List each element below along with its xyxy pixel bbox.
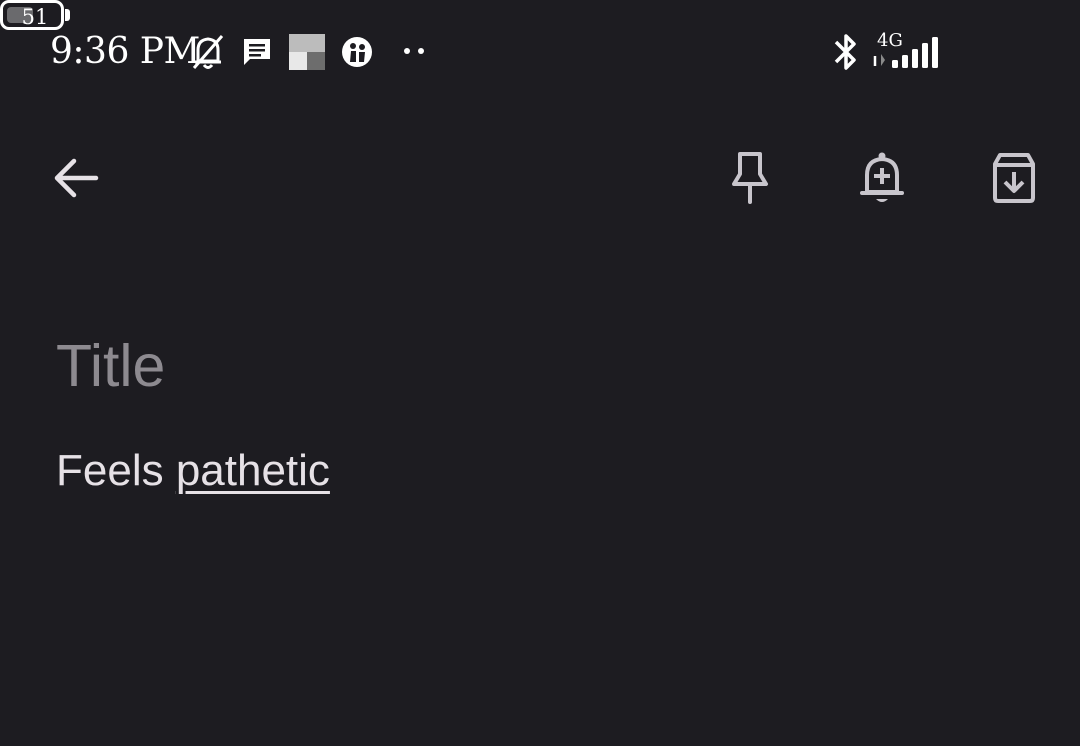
title-input[interactable] (56, 330, 1036, 402)
message-icon (244, 39, 270, 65)
note-body-field[interactable]: Feels pathetic (56, 444, 1036, 498)
app-tile-icon (289, 34, 325, 70)
add-reminder-icon (860, 152, 904, 202)
note-body-word-underlined: pathetic (175, 446, 330, 495)
status-bar: 9:36 PM 4G 51 (0, 0, 1080, 104)
battery-level: 51 (21, 5, 49, 29)
pin-icon (732, 152, 768, 204)
back-arrow-icon (54, 158, 99, 198)
archive-icon (993, 153, 1035, 203)
bluetooth-icon (834, 34, 856, 70)
battery-icon: 51 (0, 0, 70, 30)
status-time: 9:36 PM (50, 31, 200, 72)
add-reminder-button[interactable] (846, 142, 918, 214)
bell-off-icon (192, 35, 224, 69)
back-button[interactable] (40, 142, 112, 214)
profile-icon (342, 37, 372, 67)
archive-button[interactable] (978, 142, 1050, 214)
pin-button[interactable] (714, 142, 786, 214)
more-dots-icon (404, 48, 424, 54)
note-body-word: Feels (56, 446, 164, 495)
signal-icon (873, 37, 938, 68)
